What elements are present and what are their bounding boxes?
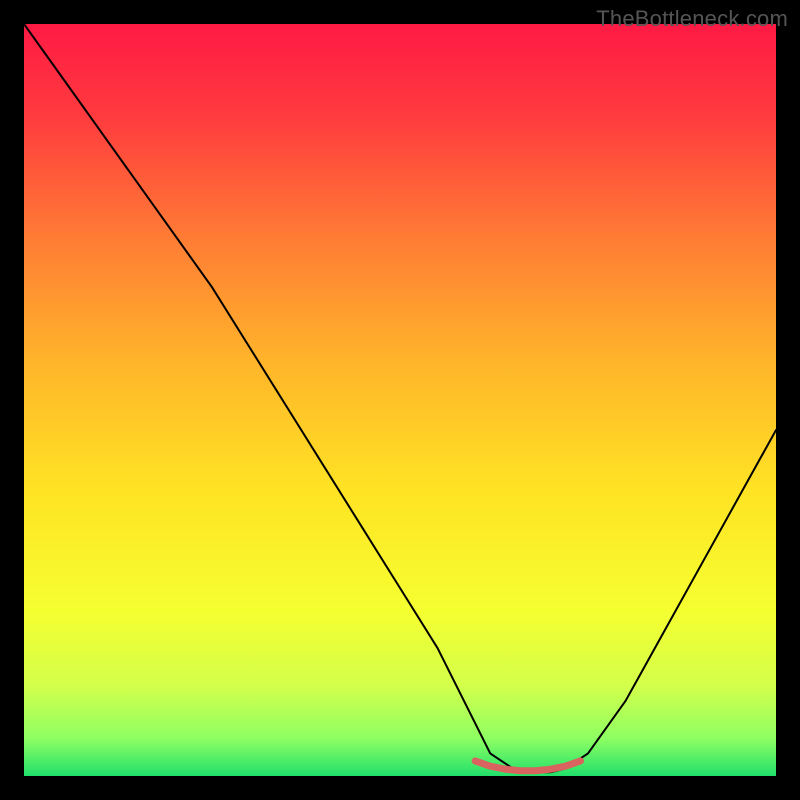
series-optimal-band — [475, 761, 580, 771]
plot-frame — [24, 24, 776, 776]
watermark-text: TheBottleneck.com — [596, 6, 788, 32]
series-bottleneck-curve — [24, 24, 776, 772]
chart-curve-layer — [24, 24, 776, 776]
